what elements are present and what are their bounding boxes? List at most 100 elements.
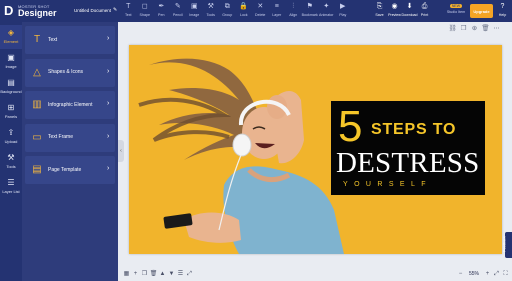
tool-label: Align	[289, 13, 298, 17]
panel-item-label: Text Frame	[48, 134, 74, 140]
new-badge: NEW	[449, 4, 463, 8]
save-icon: ⎘	[376, 3, 383, 10]
shapes-icon: △	[33, 66, 41, 78]
down-icon[interactable]: ▼	[167, 269, 176, 279]
tool-label: Lock	[239, 13, 248, 17]
panel-item-text[interactable]: T Text ›	[25, 26, 115, 54]
design-canvas[interactable]: 5 STEPS TO DESTRESS YOURSELF	[129, 45, 502, 254]
up-icon[interactable]: ▲	[158, 269, 167, 279]
studio-item-label: Studio Item	[446, 10, 466, 14]
more-icon[interactable]: ⋯	[491, 24, 502, 34]
headline-line-3[interactable]: YOURSELF	[343, 181, 432, 188]
shape-icon: ◻	[141, 3, 148, 10]
rail-item-layer-list[interactable]: ☰ Layer List	[0, 175, 22, 199]
zoom-out-icon[interactable]: −	[456, 269, 465, 279]
element-icon: ◈	[7, 28, 15, 37]
duplicate-icon[interactable]: ❐	[140, 269, 149, 279]
headline-number[interactable]: 5	[338, 101, 362, 153]
panel-item-shapes-icons[interactable]: △ Shapes & Icons ›	[25, 58, 115, 87]
rail-item-upload[interactable]: ⇪ Upload	[0, 125, 22, 149]
rail-item-image[interactable]: ▣ Image	[0, 50, 22, 74]
print-button[interactable]: ⎙ Print	[417, 2, 432, 20]
add-page-icon[interactable]: ⊕	[469, 24, 480, 34]
tool-layer[interactable]: ≡ Layer	[269, 2, 286, 20]
expand-icon[interactable]: ⤢	[185, 269, 194, 279]
group-icon: ⧉	[224, 3, 230, 10]
button-label: Preview	[388, 13, 401, 17]
print-icon: ⎙	[421, 3, 428, 10]
tool-image[interactable]: ▣ Image	[186, 2, 203, 20]
document-title[interactable]: Untitled Document	[74, 8, 111, 13]
trash-icon[interactable]: 🗑	[149, 269, 158, 279]
grid-icon[interactable]: ▦	[122, 269, 131, 279]
tool-shape[interactable]: ◻ Shape	[137, 2, 154, 20]
headline-textbox[interactable]: 5 STEPS TO DESTRESS YOURSELF	[331, 101, 485, 195]
copy-icon[interactable]: ❐	[458, 24, 469, 34]
preview-button[interactable]: ◉ Preview	[387, 2, 402, 20]
panel-collapse-handle[interactable]: ‹	[118, 140, 124, 162]
tool-label: Tools	[206, 13, 215, 17]
panel-item-text-frame[interactable]: ▭ Text Frame ›	[25, 123, 115, 152]
right-toolbar: ⎘ Save ◉ Preview ⬇ Download ⎙ Print	[372, 2, 432, 20]
rail-item-background[interactable]: ▤ Background	[0, 75, 22, 99]
zoom-value[interactable]: 55%	[465, 271, 483, 277]
tool-text[interactable]: T Text	[120, 2, 137, 20]
save-button[interactable]: ⎘ Save	[372, 2, 387, 20]
bookmark-icon: ⚑	[306, 3, 313, 10]
delete-page-icon[interactable]: 🗑	[480, 24, 491, 34]
rail-item-label: Element	[3, 39, 19, 44]
tool-align[interactable]: ⫶ Align	[285, 2, 302, 20]
app-logo[interactable]: D MOSTER SHOT Designer	[4, 3, 57, 19]
rail-item-tools[interactable]: ⚒ Tools	[0, 150, 22, 174]
tool-label: Text	[124, 13, 132, 17]
animator-icon: ✦	[323, 3, 330, 10]
panels-icon: ⊞	[7, 103, 15, 112]
pen-icon: ✒	[158, 3, 165, 10]
link-icon[interactable]: ⛓	[447, 24, 458, 34]
feedback-label: Feedback	[502, 236, 507, 252]
play-icon: ▶	[340, 3, 346, 10]
upgrade-button[interactable]: Upgrade	[470, 4, 493, 18]
layer-icon: ≡	[274, 3, 279, 10]
tool-pen[interactable]: ✒ Pen	[153, 2, 170, 20]
panel-item-infographic-element[interactable]: ▥ Infographic Element ›	[25, 91, 115, 119]
tool-pencil[interactable]: ✎ Pencil	[170, 2, 187, 20]
fullscreen-icon[interactable]: ⛶	[501, 269, 510, 279]
panel-item-label: Text	[48, 36, 58, 43]
tool-lock[interactable]: 🔒 Lock	[236, 2, 253, 20]
panel-item-page-template[interactable]: ▤ Page Template ›	[25, 156, 115, 184]
studio-item-button[interactable]: NEW Studio Item	[444, 3, 468, 19]
canvas-toolbar: ⛓ ❐ ⊕ 🗑 ⋯	[447, 24, 502, 34]
fit-screen-icon[interactable]: ⤢	[492, 269, 501, 279]
element-panel: T Text › △ Shapes & Icons › ▥ Infographic Eleme…	[22, 22, 118, 281]
rail-item-element[interactable]: ◈ Element	[0, 25, 22, 49]
tool-tools[interactable]: ⚒ Tools	[203, 2, 220, 20]
tool-animator[interactable]: ✦ Animator	[318, 2, 335, 20]
headline-line-1[interactable]: STEPS TO	[371, 121, 456, 139]
list-icon[interactable]: ☰	[176, 269, 185, 279]
zoom-in-icon[interactable]: +	[483, 269, 492, 279]
tools-icon: ⚒	[207, 3, 214, 10]
image-icon: ▣	[7, 53, 15, 62]
help-button[interactable]: ? Help	[495, 2, 510, 20]
tool-group[interactable]: ⧉ Group	[219, 2, 236, 20]
bottom-left-tools: ▦ + ❐ 🗑 ▲ ▼ ☰ ⤢	[122, 269, 194, 279]
download-button[interactable]: ⬇ Download	[402, 2, 418, 20]
tool-label: Group	[222, 13, 233, 17]
add-icon[interactable]: +	[131, 269, 140, 279]
download-icon: ⬇	[406, 3, 413, 10]
feedback-tab[interactable]: Feedback	[502, 232, 512, 258]
edit-title-icon[interactable]: ✎	[113, 7, 118, 13]
help-icon: ?	[500, 3, 505, 10]
rail-item-panels[interactable]: ⊞ Panels	[0, 100, 22, 124]
layer-list-icon: ☰	[7, 178, 15, 187]
rail-item-label: Panels	[4, 114, 18, 119]
rail-item-label: Tools	[6, 164, 16, 169]
tool-bookmark[interactable]: ⚑ Bookmark	[302, 2, 319, 20]
tool-delete[interactable]: ✕ Delete	[252, 2, 269, 20]
top-bar: D MOSTER SHOT Designer Untitled Document…	[0, 0, 512, 22]
tool-play[interactable]: ▶ Play	[335, 2, 352, 20]
help-label: Help	[498, 13, 507, 17]
headline-line-2[interactable]: DESTRESS	[336, 147, 479, 180]
text-icon: T	[126, 3, 131, 10]
